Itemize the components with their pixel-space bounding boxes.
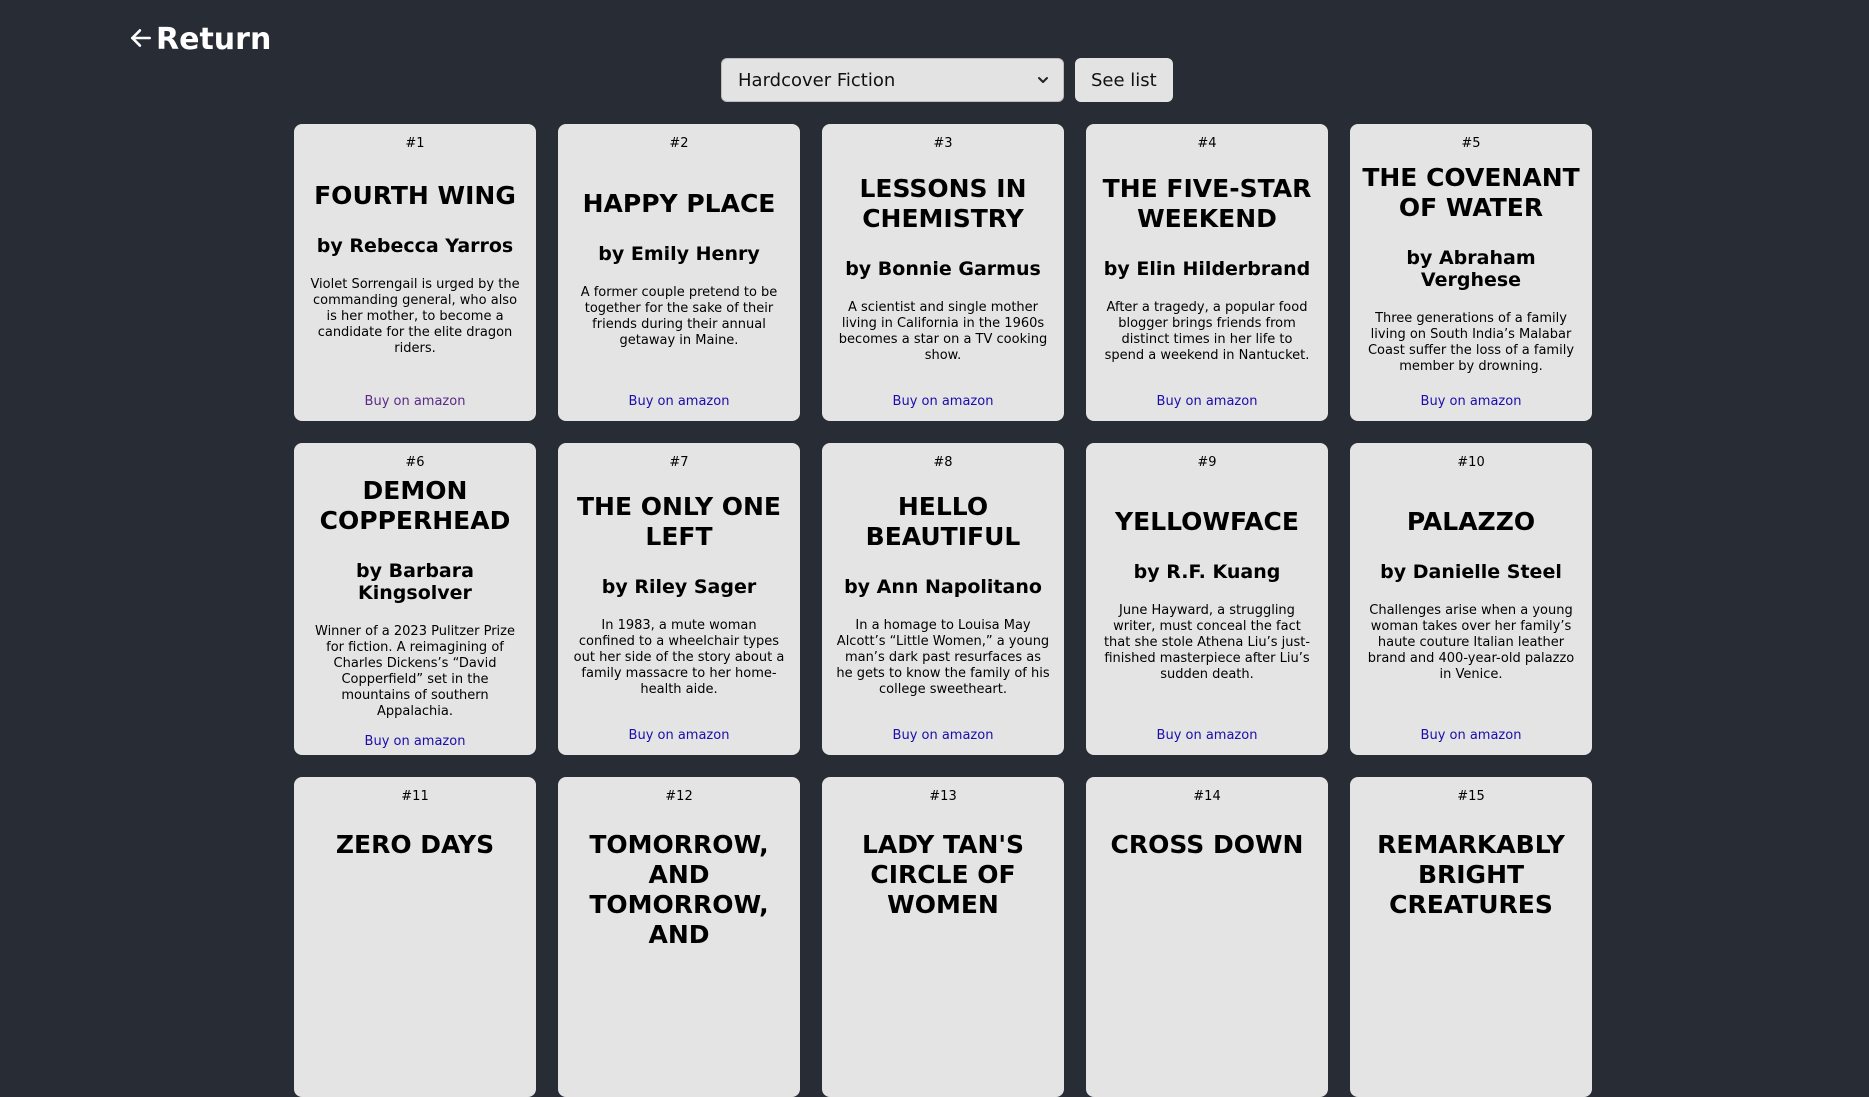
book-description: Three generations of a family living on …	[1367, 310, 1575, 374]
book-rank: #9	[1197, 455, 1217, 470]
book-card: #4 THE FIVE-STAR WEEKEND by Elin Hilderbra…	[1086, 124, 1328, 421]
book-rank: #5	[1461, 136, 1481, 151]
book-title: CROSS DOWN	[1110, 830, 1304, 859]
book-card: #14 CROSS DOWN	[1086, 777, 1328, 1097]
buy-on-amazon-link[interactable]: Buy on amazon	[1157, 394, 1258, 409]
book-card-body: YELLOWFACE by R.F. Kuang June Hayward, a s…	[1096, 476, 1318, 714]
book-title: THE FIVE-STAR WEEKEND	[1102, 173, 1312, 233]
book-description: Violet Sorrengail is urged by the comman…	[310, 276, 520, 356]
book-author: by Barbara Kingsolver	[356, 560, 474, 604]
book-card: #9 YELLOWFACE by R.F. Kuang June Hayward, a…	[1086, 443, 1328, 755]
buy-on-amazon-link[interactable]: Buy on amazon	[893, 394, 994, 409]
book-author: by Rebecca Yarros	[316, 234, 514, 257]
book-description: Winner of a 2023 Pulitzer Prize for fict…	[315, 624, 515, 719]
buy-on-amazon-link[interactable]: Buy on amazon	[629, 728, 730, 743]
book-card: #6 DEMON COPPERHEAD by Barbara Kingsolver W…	[294, 443, 536, 755]
book-author: by Abraham Verghese	[1406, 246, 1536, 291]
buy-on-amazon-link[interactable]: Buy on amazon	[365, 734, 466, 749]
book-card: #13 LADY TAN'S CIRCLE OF WOMEN	[822, 777, 1064, 1097]
book-card: #3 LESSONS IN CHEMISTRY by Bonnie Garmus A …	[822, 124, 1064, 421]
book-card-body: LADY TAN'S CIRCLE OF WOMEN	[832, 810, 1054, 1087]
book-card-body: HAPPY PLACE by Emily Henry A former couple…	[568, 157, 790, 380]
book-rank: #6	[405, 455, 425, 470]
book-card-body: REMARKABLY BRIGHT CREATURES	[1360, 810, 1582, 1087]
list-controls: Hardcover Fiction See list	[721, 58, 1173, 102]
list-select-value: Hardcover Fiction	[738, 69, 896, 91]
book-card-body: THE FIVE-STAR WEEKEND by Elin Hilderbrand…	[1096, 157, 1318, 380]
book-card: #2 HAPPY PLACE by Emily Henry A former coup…	[558, 124, 800, 421]
buy-on-amazon-link[interactable]: Buy on amazon	[1157, 728, 1258, 743]
book-card-body: THE ONLY ONE LEFT by Riley Sager In 1983, …	[568, 476, 790, 714]
book-card-body: THE COVENANT OF WATER by Abraham Verghese…	[1360, 157, 1582, 380]
book-author: by Danielle Steel	[1380, 561, 1562, 583]
book-card: #1 FOURTH WING by Rebecca Yarros Violet Sor…	[294, 124, 536, 421]
book-rank: #14	[1193, 789, 1221, 804]
chevron-down-icon	[1038, 77, 1048, 83]
book-author: by Emily Henry	[598, 242, 760, 265]
book-author: by Riley Sager	[601, 576, 757, 598]
book-title: YELLOWFACE	[1115, 507, 1299, 536]
arrow-left-icon	[131, 28, 151, 47]
return-link[interactable]: Return	[128, 22, 271, 57]
book-rank: #3	[933, 136, 953, 151]
book-card-body: CROSS DOWN	[1096, 810, 1318, 1087]
book-rank: #4	[1197, 136, 1217, 151]
book-title: ZERO DAYS	[335, 830, 495, 859]
book-title: HAPPY PLACE	[582, 188, 776, 218]
book-title: REMARKABLY BRIGHT CREATURES	[1377, 830, 1565, 919]
book-grid: #1 FOURTH WING by Rebecca Yarros Violet Sor…	[294, 124, 1592, 1097]
book-description: In a homage to Louisa May Alcott’s “Litt…	[836, 618, 1050, 697]
book-card-body: ZERO DAYS	[304, 810, 526, 1087]
book-rank: #7	[669, 455, 689, 470]
book-title: LADY TAN'S CIRCLE OF WOMEN	[861, 830, 1025, 919]
book-title: TOMORROW, AND TOMORROW, AND	[589, 830, 769, 949]
book-rank: #8	[933, 455, 953, 470]
book-rank: #11	[401, 789, 429, 804]
see-list-button[interactable]: See list	[1075, 58, 1173, 102]
book-description: A former couple pretend to be together f…	[580, 284, 778, 348]
book-title: THE ONLY ONE LEFT	[576, 492, 782, 551]
buy-on-amazon-link[interactable]: Buy on amazon	[365, 394, 466, 409]
buy-on-amazon-link[interactable]: Buy on amazon	[1421, 728, 1522, 743]
book-card-body: PALAZZO by Danielle Steel Challenges arise…	[1360, 476, 1582, 714]
book-author: by Elin Hilderbrand	[1103, 257, 1311, 280]
book-description: A scientist and single mother living in …	[838, 299, 1048, 363]
book-author: by Ann Napolitano	[844, 576, 1042, 598]
book-card-body: LESSONS IN CHEMISTRY by Bonnie Garmus A sc…	[832, 157, 1054, 380]
book-rank: #13	[929, 789, 957, 804]
book-card: #12 TOMORROW, AND TOMORROW, AND	[558, 777, 800, 1097]
buy-on-amazon-link[interactable]: Buy on amazon	[1421, 394, 1522, 409]
book-card: #15 REMARKABLY BRIGHT CREATURES	[1350, 777, 1592, 1097]
book-title: LESSONS IN CHEMISTRY	[859, 173, 1027, 233]
book-title: HELLO BEAUTIFUL	[865, 492, 1021, 551]
book-card: #10 PALAZZO by Danielle Steel Challenges ar…	[1350, 443, 1592, 755]
book-card: #7 THE ONLY ONE LEFT by Riley Sager In 1983…	[558, 443, 800, 755]
book-rank: #2	[669, 136, 689, 151]
book-title: DEMON COPPERHEAD	[319, 476, 511, 535]
book-card: #8 HELLO BEAUTIFUL by Ann Napolitano In a h…	[822, 443, 1064, 755]
book-author: by Bonnie Garmus	[845, 257, 1041, 280]
buy-on-amazon-link[interactable]: Buy on amazon	[629, 394, 730, 409]
buy-on-amazon-link[interactable]: Buy on amazon	[893, 728, 994, 743]
book-title: PALAZZO	[1406, 507, 1536, 536]
book-title: FOURTH WING	[314, 180, 516, 210]
book-card: #5 THE COVENANT OF WATER by Abraham Verghe…	[1350, 124, 1592, 421]
book-description: Challenges arise when a young woman take…	[1367, 603, 1575, 682]
book-card-body: FOURTH WING by Rebecca Yarros Violet Sorre…	[304, 157, 526, 380]
book-rank: #1	[405, 136, 425, 151]
book-card: #11 ZERO DAYS	[294, 777, 536, 1097]
book-rank: #15	[1457, 789, 1485, 804]
book-description: After a tragedy, a popular food blogger …	[1104, 299, 1310, 363]
book-card-body: TOMORROW, AND TOMORROW, AND	[568, 810, 790, 1087]
book-rank: #10	[1457, 455, 1485, 470]
book-rank: #12	[665, 789, 693, 804]
return-label: Return	[156, 22, 272, 57]
book-description: In 1983, a mute woman confined to a whee…	[573, 618, 785, 697]
book-description: June Hayward, a struggling writer, must …	[1103, 603, 1311, 682]
book-title: THE COVENANT OF WATER	[1362, 162, 1580, 222]
book-card-body: HELLO BEAUTIFUL by Ann Napolitano In a hom…	[832, 476, 1054, 714]
book-card-body: DEMON COPPERHEAD by Barbara Kingsolver Win…	[304, 476, 526, 720]
book-author: by R.F. Kuang	[1133, 561, 1281, 583]
list-select[interactable]: Hardcover Fiction	[721, 58, 1064, 102]
